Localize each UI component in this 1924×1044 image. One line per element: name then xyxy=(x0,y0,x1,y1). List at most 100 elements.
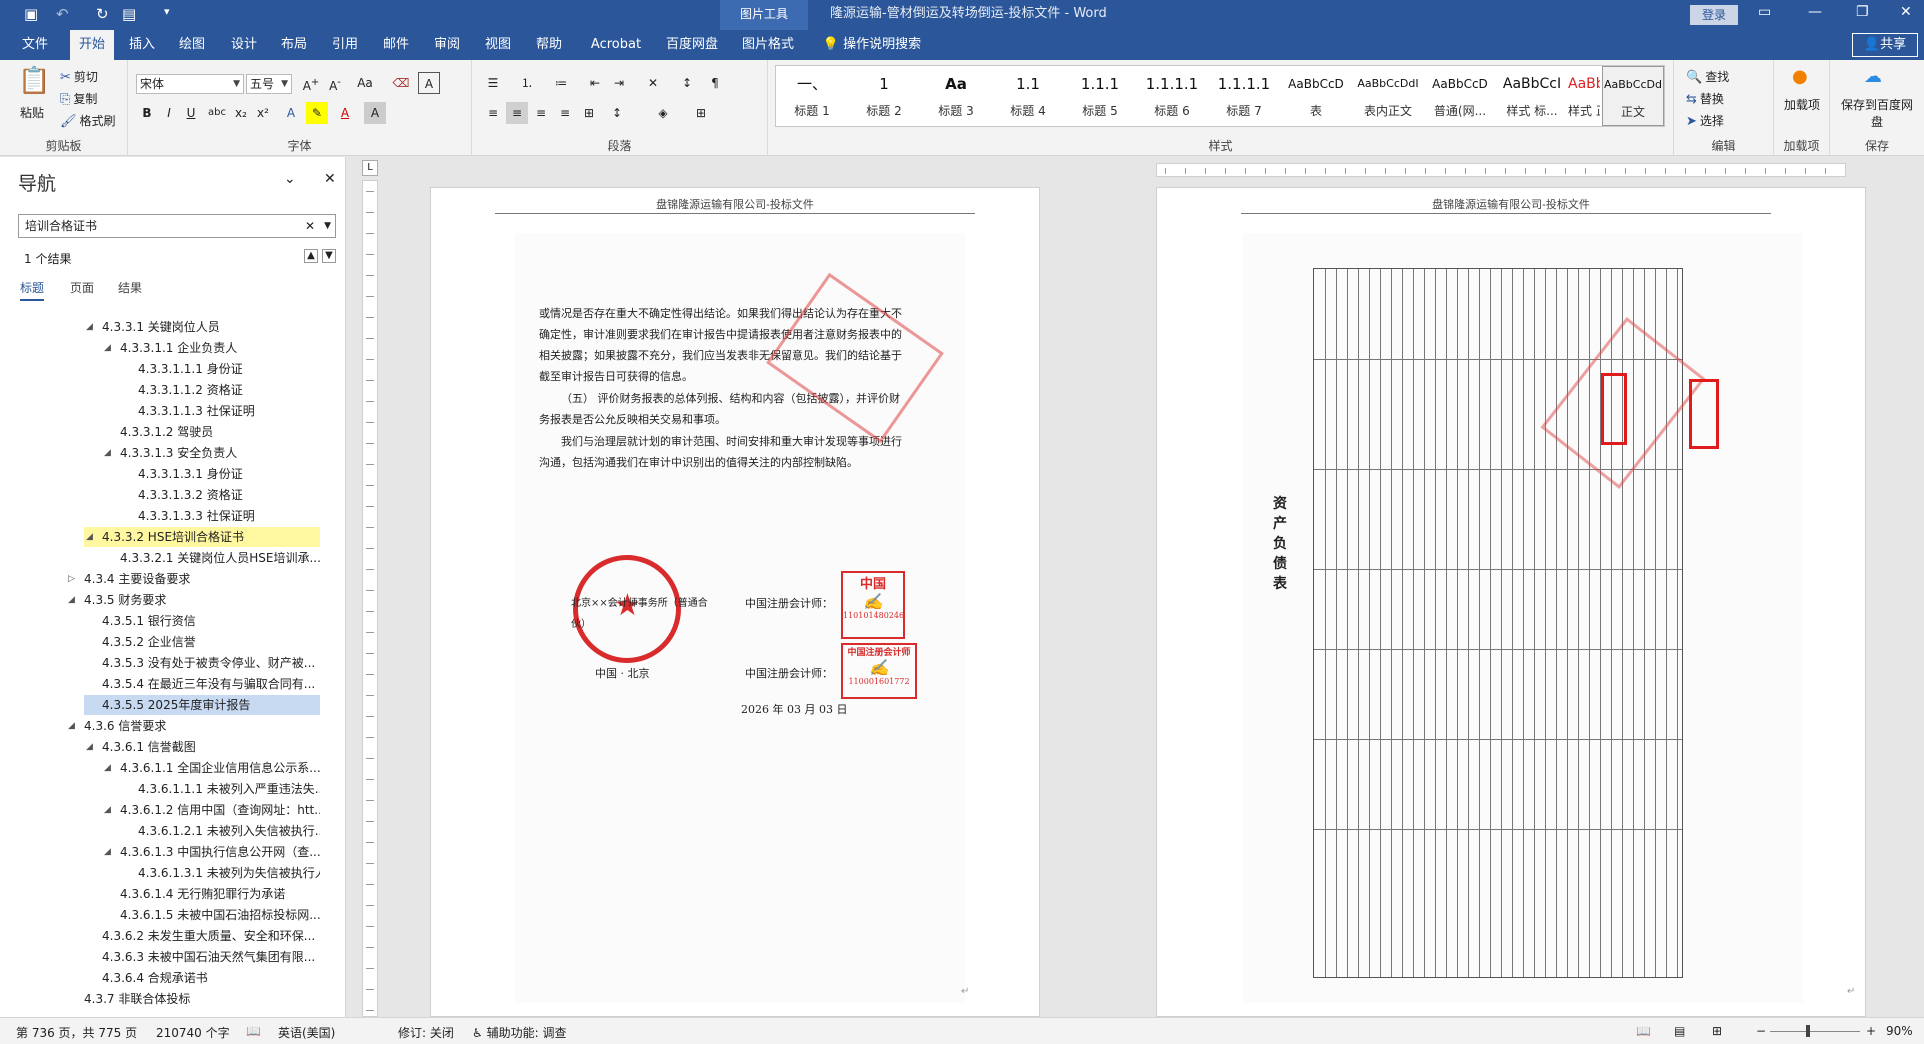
paste-button[interactable]: 粘贴 xyxy=(20,104,44,121)
page-indicator[interactable]: 第 736 页，共 775 页 xyxy=(16,1024,137,1041)
tab-baidu-netdisk[interactable]: 百度网盘 xyxy=(656,30,728,60)
nav-heading-item[interactable]: 4.3.6.3 未被中国石油天然气集团有限... xyxy=(84,947,320,967)
sort-icon[interactable]: ↕ xyxy=(676,72,698,94)
zoom-level[interactable]: 90% xyxy=(1886,1024,1913,1038)
distribute-icon[interactable]: ⊞ xyxy=(578,102,600,124)
nav-heading-item[interactable]: 4.3.5.3 没有处于被责令停业、财产被... xyxy=(84,653,320,673)
save-to-netdisk-button[interactable]: 保存到百度网盘 xyxy=(1836,96,1918,130)
language[interactable]: 英语(美国) xyxy=(278,1024,335,1041)
nav-heading-item[interactable]: 4.3.6.1.4 无行贿犯罪行为承诺 xyxy=(102,884,320,904)
style-heading-4[interactable]: 1.1 标题 4 xyxy=(992,66,1064,126)
nav-tab-results[interactable]: 结果 xyxy=(118,279,142,296)
nav-heading-item[interactable]: 4.3.3.1.3.1 身份证 xyxy=(120,464,320,484)
tab-selector[interactable]: L xyxy=(362,160,378,176)
format-painter-button[interactable]: 🖌 格式刷 xyxy=(60,112,116,129)
nav-heading-item[interactable]: 4.3.3.1.2 驾驶员 xyxy=(102,422,320,442)
collapse-icon[interactable]: ◢ xyxy=(104,443,111,463)
zoom-out-icon[interactable]: − xyxy=(1756,1024,1766,1038)
style-normal[interactable]: AaBbCcDd 正文 xyxy=(1602,66,1664,126)
ribbon-display-icon[interactable]: ▭ xyxy=(1758,4,1771,20)
shrink-font-icon[interactable]: A- xyxy=(324,72,346,94)
clear-search-icon[interactable]: ✕ xyxy=(305,215,315,237)
redo-icon[interactable]: ↻ xyxy=(96,5,109,23)
nav-heading-item[interactable]: ◢ 4.3.3.1.1 企业负责人 xyxy=(102,338,320,358)
shading-icon[interactable]: ◈ xyxy=(652,102,674,124)
font-size-select[interactable]: 五号 ▼ xyxy=(246,74,292,94)
nav-heading-item[interactable]: 4.3.5.2 企业信誉 xyxy=(84,632,320,652)
collapse-icon[interactable]: ◢ xyxy=(68,590,75,610)
collapse-icon[interactable]: ◢ xyxy=(104,800,111,820)
show-marks-icon[interactable]: ¶ xyxy=(704,72,726,94)
tab-acrobat[interactable]: Acrobat xyxy=(584,30,648,60)
nav-heading-item[interactable]: 4.3.3.1.3.3 社保证明 xyxy=(120,506,320,526)
numbering-icon[interactable]: ⒈ xyxy=(516,72,538,94)
replace-button[interactable]: ⇆ 替换 xyxy=(1686,90,1724,107)
close-window-icon[interactable]: ✕ xyxy=(1900,4,1912,20)
style-normal-web[interactable]: AaBbCcD 普通(网... xyxy=(1424,66,1496,126)
align-right-icon[interactable]: ≡ xyxy=(530,102,552,124)
nav-heading-item[interactable]: 4.3.6.1.1.1 未被列入严重违法失... xyxy=(120,779,320,799)
multilevel-list-icon[interactable]: ≔ xyxy=(550,72,572,94)
style-table[interactable]: AaBbCcD 表 xyxy=(1280,66,1352,126)
web-layout-icon[interactable]: ⊞ xyxy=(1712,1024,1722,1038)
char-border-icon[interactable]: A xyxy=(418,72,440,94)
close-icon[interactable]: ✕ xyxy=(324,171,336,187)
nav-heading-item[interactable]: 4.3.6.2 未发生重大质量、安全和环保... xyxy=(84,926,320,946)
paste-icon[interactable]: 📋 xyxy=(18,66,50,96)
collapse-icon[interactable]: ◢ xyxy=(104,758,111,778)
style-heading-3[interactable]: Aa 标题 3 xyxy=(920,66,992,126)
tab-references[interactable]: 引用 xyxy=(323,30,367,60)
scanned-balance-sheet-image[interactable]: 资 产 负 债 表 xyxy=(1243,233,1803,1003)
underline-icon[interactable]: U xyxy=(180,102,202,124)
nav-heading-item[interactable]: ◢ 4.3.6 信誉要求 xyxy=(66,716,320,736)
track-changes[interactable]: 修订: 关闭 xyxy=(398,1024,454,1041)
minimize-icon[interactable]: — xyxy=(1808,4,1822,20)
style-heading-6[interactable]: 1.1.1.1 标题 6 xyxy=(1136,66,1208,126)
subscript-icon[interactable]: x₂ xyxy=(230,102,252,124)
nav-heading-item[interactable]: 4.3.5.4 在最近三年没有与骗取合同有... xyxy=(84,674,320,694)
tab-view[interactable]: 视图 xyxy=(476,30,520,60)
nav-heading-item[interactable]: 4.3.6.4 合规承诺书 xyxy=(84,968,320,988)
grow-font-icon[interactable]: A+ xyxy=(300,72,322,94)
prev-result-icon[interactable]: ▲ xyxy=(304,249,318,263)
addins-button[interactable]: 加载项 xyxy=(1780,96,1824,113)
style-heading-2[interactable]: 1 标题 2 xyxy=(848,66,920,126)
text-effects-icon[interactable]: A xyxy=(280,102,302,124)
addin-icon[interactable]: ● xyxy=(1792,66,1808,87)
nav-heading-item[interactable]: 4.3.3.1.3.2 资格证 xyxy=(120,485,320,505)
nav-heading-item[interactable]: 4.3.3.1.1.2 资格证 xyxy=(120,380,320,400)
nav-search-input[interactable]: 培训合格证书 ✕ ▼ xyxy=(18,214,336,238)
nav-heading-item[interactable]: ◢ 4.3.3.2 HSE培训合格证书 xyxy=(84,527,320,547)
nav-heading-item[interactable]: ◢ 4.3.6.1 信誉截图 xyxy=(84,737,320,757)
style-heading-1[interactable]: 一、 标题 1 xyxy=(776,66,848,126)
bullets-icon[interactable]: ☰ xyxy=(482,72,504,94)
char-shading-icon[interactable]: A xyxy=(364,102,386,124)
bold-icon[interactable]: B xyxy=(136,102,158,124)
expand-icon[interactable]: ▷ xyxy=(68,569,75,589)
document-page-1[interactable]: 盘锦隆源运输有限公司-投标文件 或情况是否存在重大不确定性得出结论。如果我们得出… xyxy=(430,187,1040,1017)
style-custom-body[interactable]: AaBbC(样式 正... xyxy=(1568,66,1600,126)
nav-heading-item[interactable]: 4.3.6.1.2.1 未被列入失信被执行... xyxy=(120,821,320,841)
collapse-icon[interactable]: ◢ xyxy=(104,842,111,862)
quick-file-icon[interactable]: ▤ xyxy=(122,5,136,23)
line-spacing-icon[interactable]: ↕ xyxy=(606,102,628,124)
nav-heading-item[interactable]: ◢ 4.3.3.1.3 安全负责人 xyxy=(102,443,320,463)
collapse-icon[interactable]: ◢ xyxy=(104,338,111,358)
strikethrough-icon[interactable]: abc xyxy=(206,102,228,124)
find-button[interactable]: 🔍 查找 xyxy=(1686,68,1729,85)
nav-tab-pages[interactable]: 页面 xyxy=(70,279,94,296)
document-page-2[interactable]: 盘锦隆源运输有限公司-投标文件 资 产 负 债 表 ↵ xyxy=(1156,187,1866,1017)
nav-heading-item[interactable]: 4.3.3.1.1.3 社保证明 xyxy=(120,401,320,421)
nav-heading-item[interactable]: 4.3.5.1 银行资信 xyxy=(84,611,320,631)
collapse-icon[interactable]: ◢ xyxy=(86,527,93,547)
nav-heading-item[interactable]: ◢ 4.3.6.1.1 全国企业信用信息公示系... xyxy=(102,758,320,778)
collapse-icon[interactable]: ◢ xyxy=(68,716,75,736)
nav-heading-item[interactable]: ◢ 4.3.5 财务要求 xyxy=(66,590,320,610)
style-table-body[interactable]: AaBbCcDdI 表内正文 xyxy=(1352,66,1424,126)
font-color-icon[interactable]: A xyxy=(334,102,356,124)
nav-heading-item[interactable]: ◢ 4.3.6.1.2 信用中国（查询网址：htt... xyxy=(102,800,320,820)
tab-file[interactable]: 文件 xyxy=(12,30,58,60)
style-custom-title[interactable]: AaBbCcI 样式 标... xyxy=(1496,66,1568,126)
cut-button[interactable]: ✂ 剪切 xyxy=(60,68,98,85)
save-icon[interactable]: ▣ xyxy=(24,5,38,23)
